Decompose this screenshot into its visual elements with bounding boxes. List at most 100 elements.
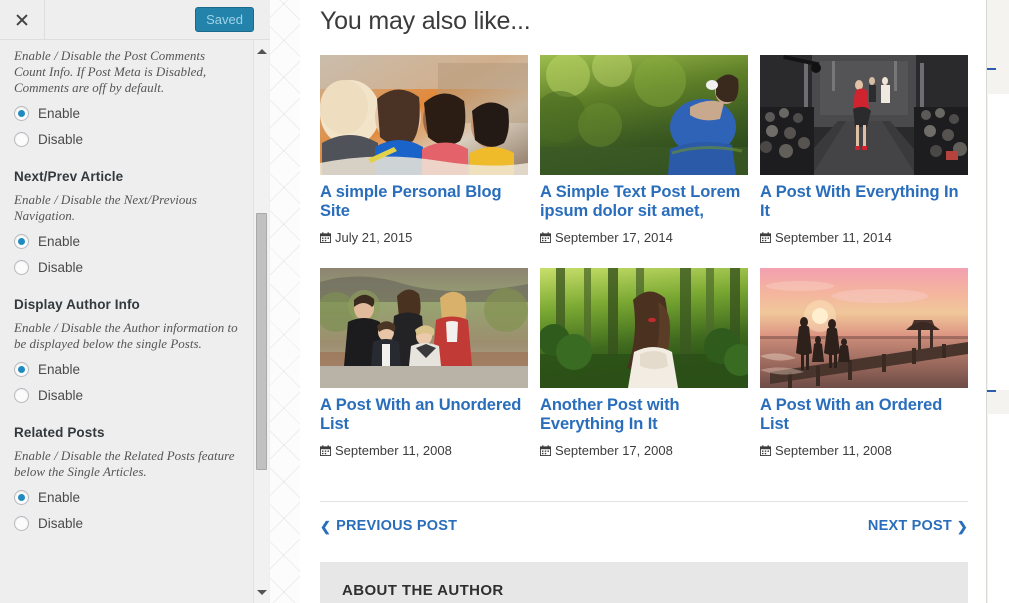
calendar-icon: [540, 445, 551, 456]
post-thumbnail-students[interactable]: [320, 55, 528, 175]
post-thumbnail-sunset-pier[interactable]: [760, 268, 968, 388]
radio-label: Enable: [38, 234, 81, 249]
radio-label: Enable: [38, 362, 81, 377]
radio-indicator: [14, 490, 29, 505]
radio-option-enable[interactable]: Enable: [14, 234, 238, 249]
related-post-card: A Simple Text Post Lorem ipsum dolor sit…: [540, 55, 748, 245]
next-post-label: NEXT POST: [867, 518, 952, 534]
customizer-panel: Saved Enable / Disable the Post Comments…: [0, 0, 270, 603]
site-preview-frame[interactable]: You may also like... A simple Personal B…: [300, 0, 986, 603]
post-title-link[interactable]: A Simple Text Post Lorem ipsum dolor sit…: [540, 183, 748, 221]
family-portrait-photo: [320, 268, 528, 388]
radio-indicator: [14, 234, 29, 249]
radio-label: Disable: [38, 388, 84, 403]
strip-link-marker[interactable]: [987, 390, 996, 392]
post-date-text: September 11, 2008: [335, 443, 452, 458]
next-post-link[interactable]: NEXT POST ❯: [868, 518, 968, 534]
post-date: September 11, 2014: [760, 230, 968, 245]
fashion-runway-photo: [760, 55, 968, 175]
scroll-up-button[interactable]: [254, 43, 269, 59]
related-post-card: A Post With an Ordered List September 11…: [760, 268, 968, 458]
post-date-text: September 11, 2008: [775, 443, 892, 458]
calendar-icon: [320, 445, 331, 456]
post-date: September 17, 2008: [540, 443, 748, 458]
previous-post-link[interactable]: ❮ PREVIOUS POST: [320, 518, 457, 534]
scrollbar-thumb[interactable]: [256, 213, 267, 470]
chevron-down-icon: [256, 589, 267, 595]
control-description: Enable / Disable the Related Posts featu…: [14, 448, 235, 479]
close-customizer-button[interactable]: [0, 0, 45, 39]
chevron-right-icon: ❯: [956, 518, 968, 534]
scroll-down-button[interactable]: [254, 584, 269, 600]
post-thumbnail-pond[interactable]: [540, 55, 748, 175]
related-post-card: A Post With Everything In It September 1…: [760, 55, 968, 245]
close-icon: [14, 12, 30, 28]
radio-option-enable[interactable]: Enable: [14, 490, 238, 505]
radio-indicator: [14, 362, 29, 377]
post-date: July 21, 2015: [320, 230, 528, 245]
post-date-text: September 17, 2008: [555, 443, 673, 458]
calendar-icon: [320, 232, 331, 243]
customizer-header: Saved: [0, 0, 270, 40]
post-navigation: ❮ PREVIOUS POST NEXT POST ❯: [320, 501, 968, 534]
customizer-controls-scroll-area[interactable]: Enable / Disable the Post Comments Count…: [0, 40, 270, 603]
radio-label: Disable: [38, 516, 84, 531]
post-thumbnail-runway[interactable]: [760, 55, 968, 175]
about-the-author-box: ABOUT THE AUTHOR: [320, 562, 968, 603]
strip-content-block: [988, 414, 1009, 603]
section-title-related-posts: Related Posts: [14, 425, 105, 440]
section-title-display-author-info: Display Author Info: [14, 297, 140, 312]
students-photo: [320, 55, 528, 175]
customizer-scrollbar[interactable]: [253, 40, 269, 603]
calendar-icon: [540, 232, 551, 243]
post-title-link[interactable]: Another Post with Everything In It: [540, 396, 748, 434]
radio-option-enable[interactable]: Enable: [14, 106, 238, 121]
radio-option-disable[interactable]: Disable: [14, 388, 238, 403]
radio-label: Disable: [38, 260, 84, 275]
radio-label: Enable: [38, 490, 81, 505]
customizer-preview-screen: Saved Enable / Disable the Post Comments…: [0, 0, 1009, 603]
radio-indicator: [14, 260, 29, 275]
post-title-link[interactable]: A Post With an Unordered List: [320, 396, 528, 434]
woman-in-forest-photo: [540, 268, 748, 388]
previous-post-label: PREVIOUS POST: [336, 518, 458, 534]
radio-indicator: [14, 516, 29, 531]
section-title-next-prev-article: Next/Prev Article: [14, 169, 124, 184]
pregnant-woman-photo: [540, 55, 748, 175]
related-posts-grid: A simple Personal Blog Site July 21, 201…: [320, 55, 968, 481]
post-title-link[interactable]: A Post With an Ordered List: [760, 396, 968, 434]
control-description: Enable / Disable the Author information …: [14, 320, 238, 351]
post-thumbnail-forest[interactable]: [540, 268, 748, 388]
chevron-left-icon: ❮: [320, 518, 332, 534]
post-date: September 17, 2014: [540, 230, 748, 245]
calendar-icon: [760, 232, 771, 243]
radio-option-enable[interactable]: Enable: [14, 362, 238, 377]
calendar-icon: [760, 445, 771, 456]
radio-option-disable[interactable]: Disable: [14, 132, 238, 147]
strip-link-marker[interactable]: [987, 68, 996, 70]
strip-content-block: [988, 94, 1009, 390]
customizer-controls-list: Enable / Disable the Post Comments Count…: [0, 40, 252, 562]
post-title-link[interactable]: A simple Personal Blog Site: [320, 183, 528, 221]
control-description: Enable / Disable the Post Comments Count…: [14, 48, 207, 95]
post-date: September 11, 2008: [320, 443, 528, 458]
radio-indicator: [14, 388, 29, 403]
save-button[interactable]: Saved: [195, 7, 254, 32]
radio-option-disable[interactable]: Disable: [14, 516, 238, 531]
post-date-text: July 21, 2015: [335, 230, 413, 245]
site-preview-content: You may also like... A simple Personal B…: [300, 0, 986, 603]
post-title-link[interactable]: A Post With Everything In It: [760, 183, 968, 221]
right-side-panel-strip[interactable]: [986, 0, 1009, 603]
post-thumbnail-family[interactable]: [320, 268, 528, 388]
related-post-card: A simple Personal Blog Site July 21, 201…: [320, 55, 528, 245]
control-description: Enable / Disable the Next/Previous Navig…: [14, 192, 197, 223]
radio-label: Disable: [38, 132, 84, 147]
chevron-up-icon: [256, 48, 267, 54]
post-date-text: September 11, 2014: [775, 230, 892, 245]
radio-indicator: [14, 132, 29, 147]
radio-option-disable[interactable]: Disable: [14, 260, 238, 275]
radio-indicator: [14, 106, 29, 121]
post-date-text: September 17, 2014: [555, 230, 673, 245]
sunset-pier-photo: [760, 268, 968, 388]
post-date: September 11, 2008: [760, 443, 968, 458]
